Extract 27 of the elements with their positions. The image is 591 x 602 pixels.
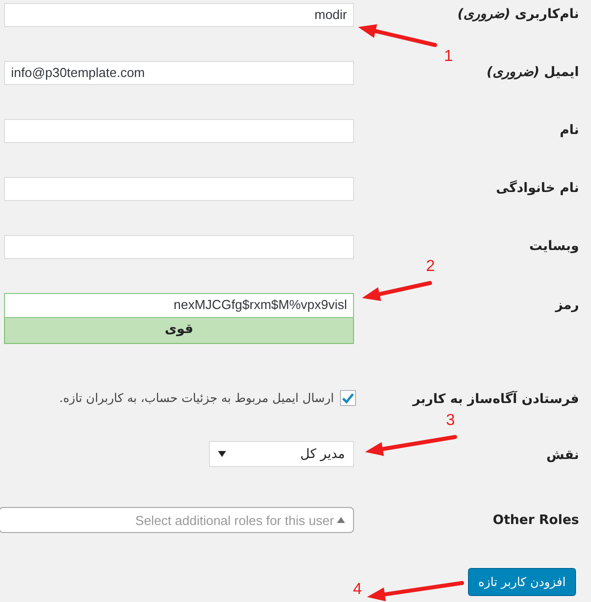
checkbox-label: ارسال ایمیل مربوط به جزئیات حساب، به کاربران تازه. [59,391,334,405]
annotation-number: 2 [426,258,435,276]
text-field[interactable] [4,235,354,259]
password-field[interactable]: nexMJCGfg$rxm$M%vpx9visl [4,293,354,318]
annotation-number: 3 [446,412,455,430]
field-label: Other Roles [492,512,579,530]
field-label: نقش [546,447,579,465]
arrow [362,281,432,301]
field-label: نام [560,122,579,140]
annotation-number: 1 [444,48,453,66]
role-dropdown[interactable]: مدیر کل [209,441,354,467]
text-field[interactable]: modir [4,3,354,27]
text-field[interactable] [4,119,354,143]
field-label: نام‌کاربری (ضروری) [458,6,579,24]
field-label: فرستادن آگاه‌ساز به کاربر [412,390,579,409]
field-label: ایمیل (ضروری) [486,64,579,82]
add-user-button[interactable]: افزودن کاربر تازه [468,568,576,596]
password-strength-meter: قوی [4,318,354,344]
caret-down-icon [218,451,226,457]
annotation-number: 4 [353,581,362,599]
text-field[interactable]: info@p30template.com [4,61,354,85]
caret-up-icon [337,517,345,523]
text-field[interactable] [4,177,354,201]
field-label: رمز [555,297,579,315]
field-label: نام خانوادگی [496,179,579,198]
checkbox[interactable] [340,390,356,406]
field-label: وبسایت [529,238,579,256]
